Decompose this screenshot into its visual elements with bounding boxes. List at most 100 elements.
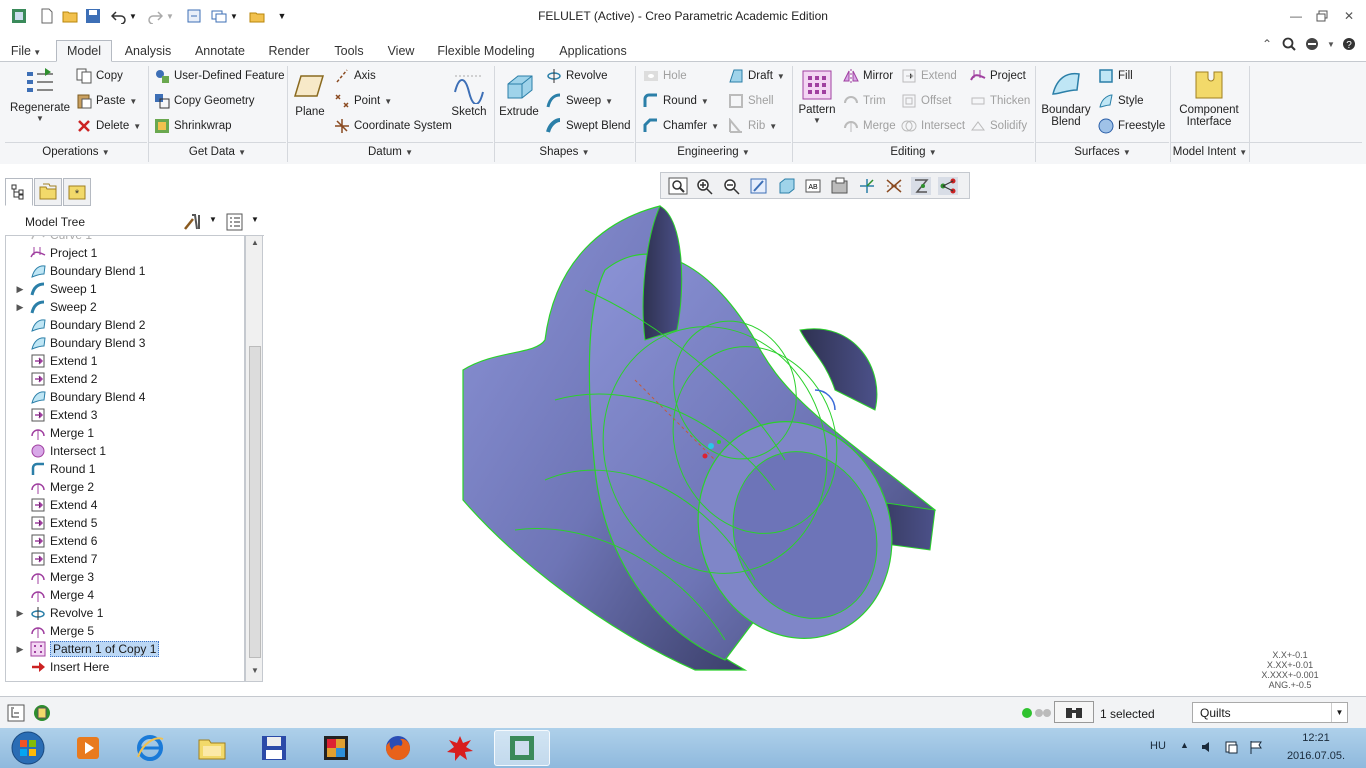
tab-analysis[interactable]: Analysis — [117, 40, 179, 62]
app-icon[interactable] — [10, 7, 28, 25]
group-model-intent[interactable]: Model Intent ▼ — [1171, 142, 1249, 163]
tree-item[interactable]: Extend 1 — [6, 352, 244, 370]
group-datum[interactable]: Datum ▼ — [288, 142, 493, 163]
show-hidden-icons-icon[interactable]: ▲ — [1180, 740, 1189, 750]
tree-settings-dropdown-icon[interactable]: ▼ — [209, 215, 217, 224]
tree-item[interactable]: Extend 3 — [6, 406, 244, 424]
mirror-button[interactable]: Mirror — [843, 66, 893, 86]
point-button[interactable]: Point ▼ — [334, 91, 392, 111]
chamfer-button[interactable]: Chamfer ▼ — [643, 116, 719, 136]
ptc-community-icon[interactable] — [1303, 36, 1321, 52]
copy-button[interactable]: Copy — [76, 66, 123, 86]
start-button[interactable] — [0, 730, 56, 766]
tree-item[interactable]: Boundary Blend 4 — [6, 388, 244, 406]
extend-button[interactable]: Extend — [901, 66, 957, 86]
project-button[interactable]: Project — [970, 66, 1026, 86]
tree-item[interactable]: Extend 6 — [6, 532, 244, 550]
zoom-in-icon[interactable] — [695, 177, 715, 195]
tab-tools[interactable]: Tools — [325, 40, 373, 62]
group-shapes[interactable]: Shapes ▼ — [495, 142, 634, 163]
zoom-out-icon[interactable] — [722, 177, 742, 195]
boundary-blend-button[interactable]: Boundary Blend — [1039, 68, 1093, 128]
thicken-button[interactable]: Thicken — [970, 91, 1030, 111]
saved-orientations-icon[interactable] — [776, 177, 796, 195]
tab-view[interactable]: View — [381, 40, 421, 62]
tree-item[interactable]: Boundary Blend 2 — [6, 316, 244, 334]
draft-button[interactable]: Draft ▼ — [728, 66, 785, 86]
tree-item[interactable]: Extend 2 — [6, 370, 244, 388]
sweep-button[interactable]: Sweep ▼ — [546, 91, 613, 111]
taskbar-paint-app[interactable] — [432, 730, 488, 766]
tree-item[interactable]: ▶ Sweep 2 — [6, 298, 244, 316]
view-manager-icon[interactable]: AB — [803, 177, 823, 195]
tree-item[interactable]: ▶ Revolve 1 — [6, 604, 244, 622]
redo-icon[interactable] — [146, 7, 164, 25]
extrude-button[interactable]: Extrude — [498, 70, 540, 118]
copy-geometry-button[interactable]: Copy Geometry — [154, 91, 255, 111]
clock-time[interactable]: 12:21 — [1284, 732, 1348, 744]
tree-item[interactable]: Extend 4 — [6, 496, 244, 514]
new-file-icon[interactable] — [38, 7, 56, 25]
spin-center-icon[interactable] — [857, 177, 877, 195]
action-center-flag-icon[interactable] — [1248, 739, 1264, 758]
shell-button[interactable]: Shell — [728, 91, 774, 111]
component-interface-button[interactable]: Component Interface — [1176, 68, 1242, 128]
taskbar-file-explorer[interactable] — [184, 730, 240, 766]
refit-icon[interactable] — [668, 177, 688, 195]
regenerate-quick-icon[interactable] — [185, 7, 203, 25]
fill-button[interactable]: Fill — [1098, 66, 1133, 86]
paste-button[interactable]: Paste ▼ — [76, 91, 137, 111]
save-icon[interactable] — [84, 7, 102, 25]
regenerate-button[interactable]: Regenerate ▼ — [10, 66, 70, 123]
scrollbar-thumb[interactable] — [249, 346, 261, 658]
windows-icon[interactable] — [210, 7, 228, 25]
tree-item[interactable]: ▶ Pattern 1 of Copy 1 — [6, 640, 244, 658]
tab-annotate[interactable]: Annotate — [188, 40, 252, 62]
pattern-button[interactable]: Pattern ▼ — [797, 68, 837, 125]
plane-button[interactable]: Plane — [292, 70, 328, 118]
folder-browser-tab[interactable] — [34, 178, 62, 206]
tree-item[interactable]: Boundary Blend 3 — [6, 334, 244, 352]
expand-arrow-icon[interactable]: ▶ — [13, 302, 27, 313]
tree-scrollbar[interactable]: ▲ ▼ — [245, 236, 263, 682]
shrinkwrap-button[interactable]: Shrinkwrap — [154, 116, 232, 136]
tab-render[interactable]: Render — [262, 40, 316, 62]
tree-item[interactable]: Merge 3 — [6, 568, 244, 586]
annotation-display-icon[interactable] — [911, 177, 931, 195]
tree-item[interactable]: Insert Here — [6, 658, 244, 676]
taskbar-video-app[interactable] — [308, 730, 364, 766]
3d-model-viewport[interactable] — [455, 200, 945, 675]
rib-button[interactable]: Rib ▼ — [728, 116, 777, 136]
selection-filter-dropdown[interactable]: Quilts ▼ — [1192, 702, 1348, 723]
windows-dropdown-icon[interactable]: ▼ — [229, 7, 239, 25]
hole-button[interactable]: Hole — [643, 66, 687, 86]
search-icon[interactable] — [1280, 36, 1298, 52]
round-button[interactable]: Round ▼ — [643, 91, 709, 111]
coordinate-system-button[interactable]: Coordinate System — [334, 116, 452, 136]
merge-button[interactable]: Merge — [843, 116, 896, 136]
taskbar-media-player[interactable] — [60, 730, 116, 766]
browser-toggle-icon[interactable] — [33, 704, 51, 725]
taskbar-creo[interactable] — [494, 730, 550, 766]
revolve-button[interactable]: Revolve — [546, 66, 608, 86]
volume-icon[interactable] — [1200, 739, 1216, 758]
tree-item[interactable]: Boundary Blend 1 — [6, 262, 244, 280]
taskbar-floppy-app[interactable] — [246, 730, 302, 766]
solidify-button[interactable]: Solidify — [970, 116, 1027, 136]
tree-item[interactable]: Merge 1 — [6, 424, 244, 442]
trim-button[interactable]: Trim — [843, 91, 886, 111]
display-style-icon[interactable] — [830, 177, 850, 195]
tree-item[interactable]: Extend 7 — [6, 550, 244, 568]
group-engineering[interactable]: Engineering ▼ — [636, 142, 791, 163]
show-icon[interactable] — [226, 213, 244, 234]
spin-center-display-icon[interactable] — [938, 177, 958, 195]
close-icon[interactable]: ✕ — [1340, 8, 1358, 24]
find-button[interactable] — [1054, 701, 1094, 723]
datum-display-icon[interactable] — [884, 177, 904, 195]
close-window-icon[interactable] — [248, 7, 266, 25]
tree-item[interactable]: Merge 4 — [6, 586, 244, 604]
tree-item[interactable]: Intersect 1 — [6, 442, 244, 460]
user-defined-feature-button[interactable]: User-Defined Feature — [154, 66, 285, 86]
group-get-data[interactable]: Get Data ▼ — [149, 142, 286, 163]
group-editing[interactable]: Editing ▼ — [793, 142, 1034, 163]
